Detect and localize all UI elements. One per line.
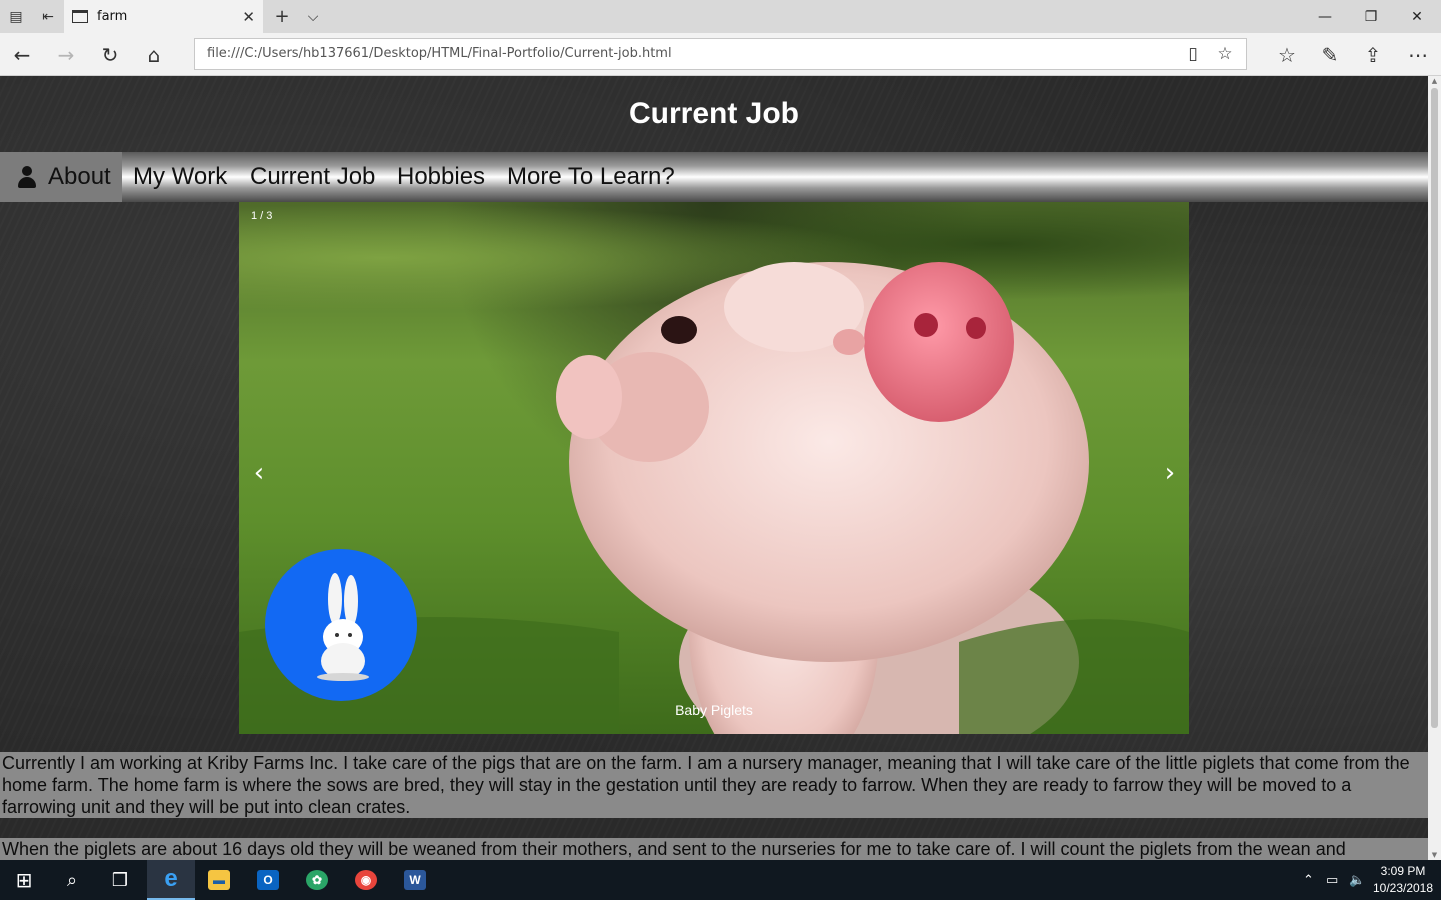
share-icon[interactable]: ⇪ <box>1351 33 1395 76</box>
tab-title: farm <box>97 9 128 24</box>
minimize-button[interactable]: — <box>1302 0 1348 33</box>
slideshow: 1 / 3 ‹ › Baby Piglets <box>239 202 1189 734</box>
tray-chevron-icon[interactable]: ⌃ <box>1303 860 1314 900</box>
slide-prev-button[interactable]: ‹ <box>244 457 274 489</box>
edge-icon: e <box>164 865 178 892</box>
start-icon[interactable]: ⊞ <box>0 860 48 900</box>
tab-manager-icon[interactable]: ▤ <box>0 0 32 33</box>
forward-arrow-icon[interactable]: → <box>44 33 88 76</box>
nav-link-hobbies[interactable]: Hobbies <box>397 152 485 202</box>
more-dots-icon[interactable]: ⋯ <box>1396 33 1440 76</box>
address-bar[interactable]: file:///C:/Users/hb137661/Desktop/HTML/F… <box>194 38 1247 70</box>
favorites-hub-icon[interactable]: ☆ <box>1265 33 1309 76</box>
outlook-taskbar-app[interactable]: O <box>244 860 292 900</box>
page-title: Current Job <box>628 97 799 130</box>
page-icon <box>72 10 88 23</box>
browser-titlebar: ▤ ⇤ farm ✕ + ⌵ — ❐ ✕ <box>0 0 1441 33</box>
green-app-icon: ✿ <box>306 870 328 890</box>
back-arrow-icon[interactable]: ← <box>0 33 44 76</box>
browser-tab[interactable]: farm ✕ <box>64 0 263 33</box>
task-view-icon[interactable]: ❒ <box>96 860 144 900</box>
close-window-button[interactable]: ✕ <box>1394 0 1440 33</box>
page-scrollbar[interactable]: ▲ ▼ <box>1428 76 1441 860</box>
windows-taskbar: ⊞ ⌕ ❒ e ▬ O ✿ ◉ W ⌃ ▭ 🔈 3:09 PM 10/23/20… <box>0 860 1441 900</box>
job-paragraph-1: Currently I am working at Kriby Farms In… <box>0 752 1428 818</box>
file-explorer-taskbar-app[interactable]: ▬ <box>195 860 243 900</box>
home-icon[interactable]: ⌂ <box>132 33 176 76</box>
nav-link-label: About <box>48 163 111 190</box>
restore-button[interactable]: ❐ <box>1348 0 1394 33</box>
word-taskbar-app[interactable]: W <box>391 860 439 900</box>
close-tab-icon[interactable]: ✕ <box>242 0 255 33</box>
pen-icon[interactable]: ✎ <box>1308 33 1352 76</box>
nav-link-current-job[interactable]: Current Job <box>250 152 375 202</box>
site-navbar: About My Work Current Job Hobbies More T… <box>0 152 1428 202</box>
job-paragraph-2: When the piglets are about 16 days old t… <box>0 838 1428 860</box>
clock-date: 10/23/2018 <box>1372 881 1434 895</box>
bunny-badge[interactable] <box>265 549 417 701</box>
tray-clock[interactable]: 3:09 PM 10/23/2018 <box>1370 863 1436 897</box>
word-icon: W <box>404 870 426 890</box>
slide-counter: 1 / 3 <box>251 210 273 222</box>
browser-toolbar: ← → ↻ ⌂ file:///C:/Users/hb137661/Deskto… <box>0 33 1441 76</box>
star-icon[interactable]: ☆ <box>1210 39 1240 69</box>
bunny-icon <box>317 573 369 681</box>
page-header: Current Job <box>0 76 1428 152</box>
scroll-down-icon[interactable]: ▼ <box>1428 850 1441 860</box>
chrome-icon: ◉ <box>355 870 377 890</box>
scroll-up-icon[interactable]: ▲ <box>1428 76 1441 86</box>
outlook-icon: O <box>257 870 279 890</box>
nav-link-about[interactable]: About <box>0 152 122 202</box>
folder-icon: ▬ <box>208 870 230 890</box>
user-icon <box>17 166 37 188</box>
green-app-taskbar-app[interactable]: ✿ <box>293 860 341 900</box>
chrome-taskbar-app[interactable]: ◉ <box>342 860 390 900</box>
scroll-thumb[interactable] <box>1431 88 1438 728</box>
page-viewport: Current Job About My Work Current Job Ho… <box>0 76 1428 860</box>
slide-next-button[interactable]: › <box>1155 457 1185 489</box>
clock-time: 3:09 PM <box>1380 864 1426 878</box>
slide-caption: Baby Piglets <box>675 702 753 718</box>
refresh-icon[interactable]: ↻ <box>88 33 132 76</box>
edge-taskbar-app[interactable]: e <box>147 860 195 900</box>
address-url[interactable]: file:///C:/Users/hb137661/Desktop/HTML/F… <box>207 39 672 69</box>
new-tab-button[interactable]: + <box>266 0 298 33</box>
nav-link-my-work[interactable]: My Work <box>133 152 227 202</box>
nav-link-more-to-learn[interactable]: More To Learn? <box>507 152 675 202</box>
volume-icon[interactable]: 🔈 <box>1349 860 1365 900</box>
set-aside-tabs-icon[interactable]: ⇤ <box>32 0 64 33</box>
search-icon[interactable]: ⌕ <box>48 860 96 900</box>
reading-view-icon[interactable]: ▯ <box>1178 39 1208 69</box>
tab-list-chevron-icon[interactable]: ⌵ <box>297 0 329 33</box>
network-icon[interactable]: ▭ <box>1326 860 1338 900</box>
